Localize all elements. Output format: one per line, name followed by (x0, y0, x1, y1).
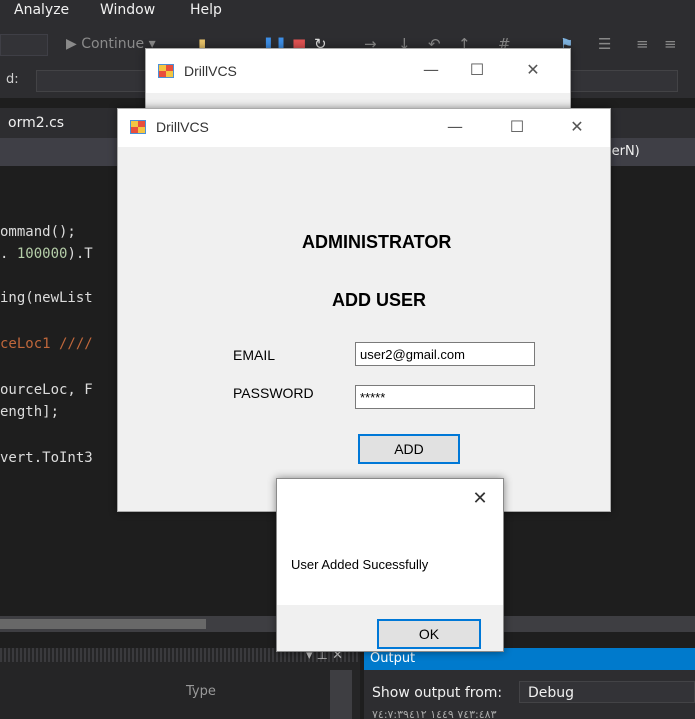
code-line: vert.ToInt3 (0, 450, 93, 466)
back-window-titlebar[interactable]: DrillVCS — ☐ ✕ (146, 49, 570, 93)
back-window: DrillVCS — ☐ ✕ (145, 48, 571, 110)
output-text: ٧٤٣:٤٨٣ ١٤٤٩ ٧٤:٧:٣٩٤١٢ (372, 708, 497, 719)
maximize-icon[interactable]: ☐ (494, 113, 540, 143)
code-line: ourceLoc, F (0, 382, 93, 398)
main-window-titlebar[interactable]: DrillVCS — ☐ ✕ (118, 109, 610, 147)
indent-icon[interactable]: ☰ (598, 34, 611, 54)
output-source-select[interactable]: Debug (519, 681, 695, 703)
continue-button[interactable]: ▶ Continue ▾ (66, 34, 156, 54)
ok-button[interactable]: OK (377, 619, 481, 649)
close-icon[interactable]: ✕ (510, 56, 556, 86)
close-icon[interactable]: ✕ (457, 485, 503, 515)
menu-window[interactable]: Window (100, 0, 155, 20)
back-window-title: DrillVCS (184, 63, 237, 79)
heading-add-user: ADD USER (332, 290, 427, 310)
code-line: . 100000).T (0, 246, 93, 262)
output-panel: Output Show output from: Debug ٧٤٣:٤٨٣ ١… (364, 648, 695, 719)
email-label: EMAIL (233, 347, 276, 363)
menu-analyze[interactable]: Analyze (14, 0, 69, 20)
scrollbar-thumb[interactable] (0, 619, 206, 629)
tab-form2[interactable]: orm2.cs (0, 108, 72, 138)
code-line: ommand(); (0, 224, 76, 240)
config-dropdown[interactable] (0, 34, 48, 56)
member-dropdown-text[interactable]: lerN) (608, 144, 640, 159)
code-line: ength]; (0, 404, 60, 420)
main-window: DrillVCS — ☐ ✕ ADMINISTRATOR ADD USER EM… (117, 108, 611, 512)
minimize-icon[interactable]: — (408, 56, 454, 86)
code-line: ing(newList (0, 290, 93, 306)
password-label: PASSWORD (233, 385, 314, 401)
app-icon (130, 120, 146, 134)
email-field[interactable] (355, 342, 535, 366)
uncomment-icon[interactable]: ≡ (664, 34, 677, 54)
find-label: d: (6, 72, 19, 87)
column-type-header: Type (186, 684, 216, 699)
output-toolbar: Show output from: Debug ٧٤٣:٤٨٣ ١٤٤٩ ٧٤:… (364, 670, 695, 719)
menu-bar: Analyze Window Help (0, 0, 695, 22)
bottom-left-panel: ▾ ⊥ ✕ Type (0, 648, 360, 719)
menu-help[interactable]: Help (190, 0, 222, 20)
code-line: ceLoc1 //// (0, 336, 93, 352)
main-window-title: DrillVCS (156, 119, 209, 135)
comment-icon[interactable]: ≡ (636, 34, 649, 54)
message-text: User Added Sucessfully (291, 557, 429, 572)
minimize-icon[interactable]: — (432, 113, 478, 143)
maximize-icon[interactable]: ☐ (454, 56, 500, 86)
close-icon[interactable]: ✕ (554, 113, 600, 143)
app-icon (158, 64, 174, 78)
add-button[interactable]: ADD (358, 434, 460, 464)
panel-scrollbar[interactable] (330, 670, 352, 719)
message-box: ✕ User Added Sucessfully OK (276, 478, 504, 652)
show-output-label: Show output from: (372, 685, 503, 701)
password-field[interactable] (355, 385, 535, 409)
heading-administrator: ADMINISTRATOR (302, 232, 452, 252)
